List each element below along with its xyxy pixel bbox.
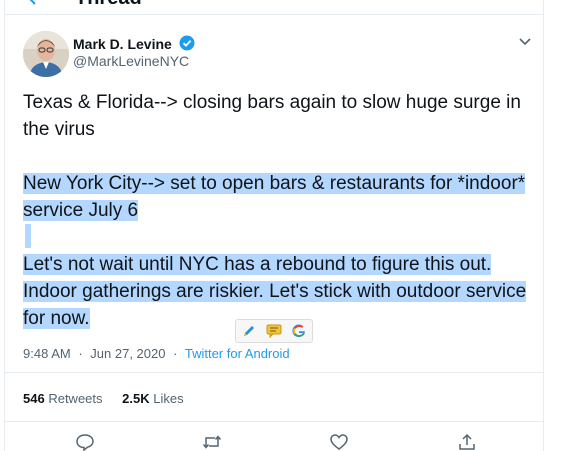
reply-icon[interactable] [75,433,95,451]
tweet-text-paragraph: Texas & Florida--> closing bars again to… [23,89,533,143]
tweet-date[interactable]: Jun 27, 2020 [90,346,165,361]
likes-stat[interactable]: 2.5K Likes [122,391,183,406]
meta-separator: · [173,346,178,361]
retweets-label: Retweets [48,391,103,406]
chevron-down-icon[interactable] [517,33,533,49]
comment-icon[interactable] [265,323,283,339]
pencil-icon[interactable] [240,323,258,339]
avatar[interactable] [23,31,69,77]
tweet-source-link[interactable]: Twitter for Android [185,346,290,361]
retweets-stat[interactable]: 546 Retweets [23,391,103,406]
share-icon[interactable] [457,433,477,451]
selection-gap [25,224,31,248]
author-handle[interactable]: @MarkLevineNYC [73,53,189,69]
likes-count: 2.5K [122,391,150,406]
tweet-text-paragraph: New York City--> set to open bars & rest… [23,170,533,224]
tweet-text-line: Texas & Florida--> closing bars again to… [23,92,521,140]
thread-header: Thread [5,0,543,15]
likes-label: Likes [153,391,184,406]
tweet-time[interactable]: 9:48 AM [23,346,71,361]
like-icon[interactable] [329,433,349,451]
thread-column: Thread Mark D. Levine @MarkLevineNYC Tex… [4,0,544,451]
retweet-icon[interactable] [202,433,222,451]
tweet-stats: 546 Retweets 2.5K Likes [23,391,200,406]
back-arrow-icon[interactable] [23,0,43,8]
extension-toolbar [235,319,313,343]
meta-separator: · [78,346,83,361]
avatar-image [23,31,69,77]
divider [5,421,543,422]
author-name[interactable]: Mark D. Levine [73,36,172,52]
divider [5,372,543,373]
retweets-count: 546 [23,391,45,406]
verified-badge-icon [179,35,195,51]
selected-text: New York City--> set to open bars & rest… [23,173,526,221]
google-icon[interactable] [290,323,308,339]
selected-text: Let's not wait until NYC has a rebound t… [23,254,527,329]
tweet-meta: 9:48 AM · Jun 27, 2020 · Twitter for And… [23,346,290,361]
thread-title: Thread [75,0,142,8]
